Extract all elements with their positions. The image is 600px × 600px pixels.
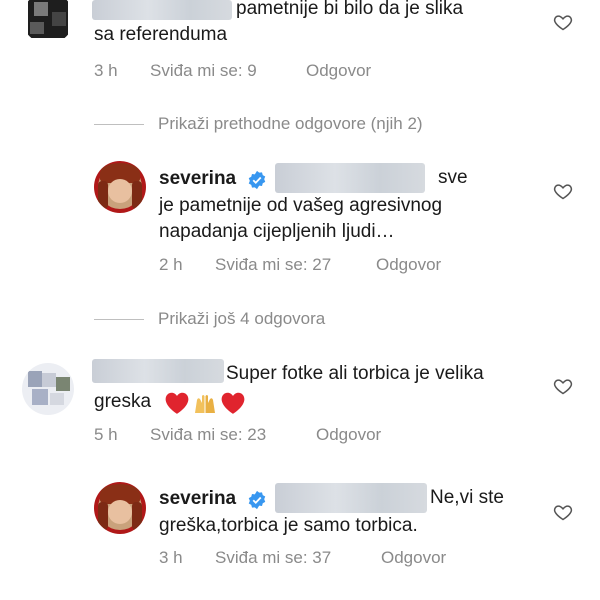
like-count-button[interactable]: Sviđa mi se: 23: [150, 425, 266, 445]
avatar[interactable]: [22, 363, 74, 415]
red-heart-icon: [221, 392, 245, 414]
heart-outline-icon[interactable]: [553, 181, 573, 201]
comment-time: 3 h: [94, 61, 118, 80]
view-previous-replies-label[interactable]: Prikaži prethodne odgovore (njih 2): [158, 114, 423, 134]
reply-1: severina sve je pametnije od vašeg agres…: [0, 155, 600, 285]
reply-text-line1-end: sve: [438, 167, 468, 188]
reply-text-line2: greška,torbica je samo torbica.: [159, 515, 418, 536]
reply-time: 3 h: [159, 548, 183, 567]
like-count-button[interactable]: Sviđa mi se: 27: [215, 255, 331, 275]
divider-line: [94, 124, 144, 125]
severina-avatar[interactable]: [94, 482, 146, 534]
reply-button[interactable]: Odgovor: [316, 425, 381, 445]
comment-meta: 3 h Sviđa mi se: 9 Odgovor: [94, 61, 494, 83]
avatar[interactable]: [22, 0, 74, 44]
view-more-replies[interactable]: Prikaži još 4 odgovora: [0, 307, 600, 333]
heart-outline-icon[interactable]: [553, 12, 573, 32]
reply-meta: 3 h Sviđa mi se: 37 Odgovor: [159, 548, 559, 570]
view-more-replies-label[interactable]: Prikaži još 4 odgovora: [158, 309, 325, 329]
reply-button[interactable]: Odgovor: [306, 61, 371, 81]
divider-line: [94, 319, 144, 320]
username[interactable]: severina: [159, 488, 236, 510]
comment-meta: 5 h Sviđa mi se: 23 Odgovor: [94, 425, 494, 447]
reply-time: 2 h: [159, 255, 183, 274]
comment-text-line1: Super fotke ali torbica je velika: [226, 363, 484, 384]
comment-time: 5 h: [94, 425, 118, 444]
blurred-mention: [275, 163, 425, 193]
emoji-group: [164, 391, 246, 415]
comment-1: pametnije bi bilo da je slika sa referen…: [0, 0, 600, 90]
view-previous-replies[interactable]: Prikaži prethodne odgovore (njih 2): [0, 112, 600, 138]
blurred-username: [92, 0, 232, 20]
comment-text-line1: pametnije bi bilo da je slika: [236, 0, 464, 19]
verified-badge-icon: [248, 490, 266, 510]
reply-button[interactable]: Odgovor: [376, 255, 441, 275]
reply-button[interactable]: Odgovor: [381, 548, 446, 568]
reply-2: severina Ne,vi ste greška,torbica je sam…: [0, 478, 600, 588]
blurred-username: [92, 359, 224, 383]
reply-meta: 2 h Sviđa mi se: 27 Odgovor: [159, 255, 559, 277]
username[interactable]: severina: [159, 168, 236, 190]
verified-badge-icon: [248, 170, 266, 190]
severina-avatar[interactable]: [94, 161, 146, 213]
blurred-mention: [275, 483, 427, 513]
reply-text-line3: napadanja cijepljenih ljudi…: [159, 221, 395, 242]
comment-text-line2: greska: [94, 391, 152, 412]
comment-text-line2: sa referenduma: [94, 24, 228, 45]
reply-text-line2: je pametnije od vašeg agresivnog: [159, 195, 443, 216]
comment-2: Super fotke ali torbica je velika greska…: [0, 355, 600, 455]
heart-outline-icon[interactable]: [553, 376, 573, 396]
like-count-button[interactable]: Sviđa mi se: 9: [150, 61, 257, 81]
like-count-button[interactable]: Sviđa mi se: 37: [215, 548, 331, 568]
raising-hands-icon: [195, 395, 215, 413]
heart-outline-icon[interactable]: [553, 502, 573, 522]
red-heart-icon: [165, 392, 189, 414]
reply-text-line1-end: Ne,vi ste: [430, 487, 504, 508]
